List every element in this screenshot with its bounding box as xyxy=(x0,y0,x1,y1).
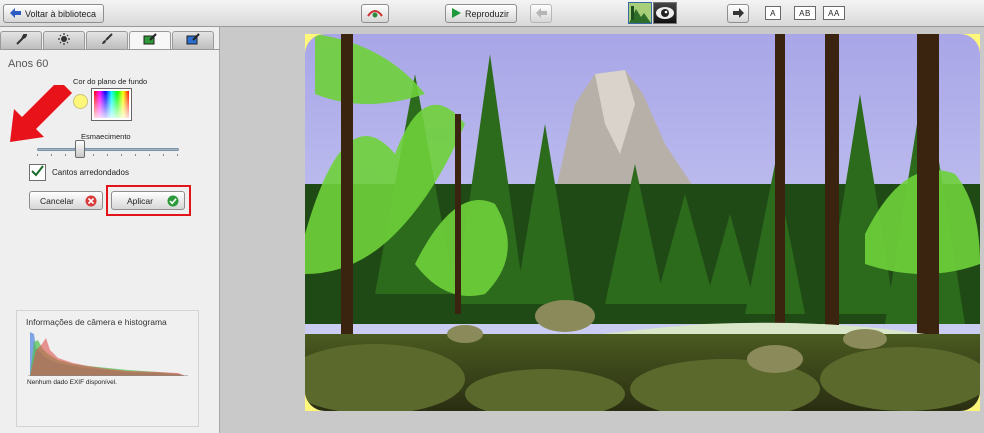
arrow-left-icon xyxy=(535,7,547,20)
edit-panel: Anos 60 Cor do plano de fundo Esmaecimen… xyxy=(0,27,220,433)
size-medium-button[interactable]: AB xyxy=(794,6,816,20)
play-icon xyxy=(452,7,461,20)
cancel-label: Cancelar xyxy=(40,195,75,206)
cancel-button[interactable]: Cancelar xyxy=(29,191,103,210)
red-arrow-annotation xyxy=(10,85,72,142)
eye-icon xyxy=(654,7,676,27)
wrench-icon xyxy=(15,32,28,50)
rounded-corners-label: Cantos arredondados xyxy=(52,168,129,177)
fade-slider-thumb[interactable] xyxy=(74,140,85,158)
exif-title: Informações de câmera e histograma xyxy=(26,317,167,327)
photo-canvas xyxy=(222,27,984,433)
color-picker[interactable] xyxy=(91,88,132,121)
effect-title: Anos 60 xyxy=(8,58,49,70)
next-photo-button[interactable] xyxy=(727,4,749,23)
sun-adjust-icon xyxy=(58,32,70,50)
tab-effects-1[interactable] xyxy=(86,31,128,49)
size-small-button[interactable]: A xyxy=(765,6,781,20)
back-arrow-icon xyxy=(10,7,21,20)
rounded-corners-checkbox[interactable] xyxy=(29,164,46,181)
picasa-editor-window: Voltar à biblioteca Reproduzir A AB AA A… xyxy=(0,0,984,433)
back-to-library-label: Voltar à biblioteca xyxy=(25,8,97,19)
tab-basic-fixes[interactable] xyxy=(0,31,42,49)
tab-divider xyxy=(0,49,220,50)
background-color-label: Cor do plano de fundo xyxy=(73,77,148,86)
edit-tabs xyxy=(0,31,220,50)
exif-histogram-panel: Informações de câmera e histograma Nenhu… xyxy=(16,310,199,427)
previous-photo-button[interactable] xyxy=(530,4,552,23)
tab-tuning[interactable] xyxy=(43,31,85,49)
edited-photo[interactable] xyxy=(305,34,980,411)
arrow-right-icon xyxy=(732,7,744,20)
red-eye-icon xyxy=(367,8,383,20)
checkmark-icon xyxy=(31,164,44,182)
histogram-chart xyxy=(28,330,188,376)
back-to-library-button[interactable]: Voltar à biblioteca xyxy=(3,4,104,23)
fade-label: Esmaecimento xyxy=(81,132,131,141)
fade-slider-track[interactable] xyxy=(37,148,179,151)
exif-note: Nenhum dado EXIF disponível. xyxy=(27,379,117,386)
play-button[interactable]: Reproduzir xyxy=(445,4,517,23)
paint-effects-icon xyxy=(186,32,200,50)
landscape-thumbnail-icon xyxy=(629,3,651,27)
red-eye-button[interactable] xyxy=(361,4,389,23)
size-large-button[interactable]: AA xyxy=(823,6,845,20)
color-spectrum xyxy=(94,91,129,118)
background-color-swatch[interactable] xyxy=(73,94,88,109)
play-label: Reproduzir xyxy=(465,8,510,19)
top-toolbar: Voltar à biblioteca Reproduzir A AB AA xyxy=(0,0,984,27)
single-view-button[interactable] xyxy=(628,2,652,24)
effects-icon xyxy=(143,32,157,50)
fade-slider-ticks xyxy=(37,154,179,156)
cancel-x-icon xyxy=(85,195,97,209)
brush-icon xyxy=(101,32,113,50)
compare-view-button[interactable] xyxy=(653,2,677,24)
apply-highlight-box xyxy=(106,185,191,216)
tab-effects-2[interactable] xyxy=(129,31,171,50)
tab-effects-3[interactable] xyxy=(172,31,214,49)
